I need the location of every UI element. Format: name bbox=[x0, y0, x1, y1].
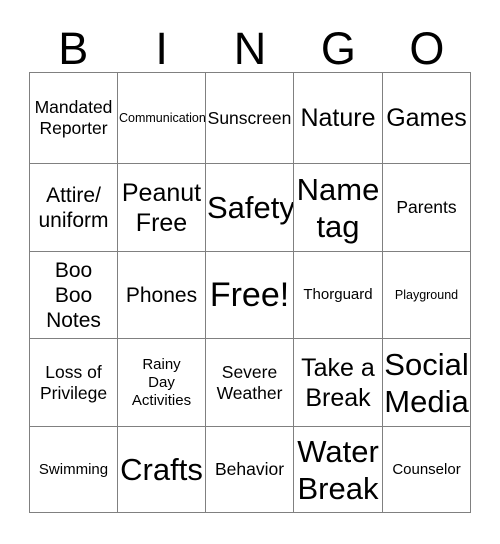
bingo-cell-label: Rainy Day Activities bbox=[131, 355, 192, 409]
bingo-cell[interactable]: Mandated Reporter bbox=[30, 73, 118, 164]
bingo-cell-label: Water Break bbox=[297, 433, 379, 506]
bingo-cell-label: Peanut Free bbox=[121, 178, 202, 237]
bingo-cell[interactable]: Parents bbox=[383, 164, 471, 252]
bingo-cell-label: Phones bbox=[125, 283, 198, 307]
bingo-cell-label: Swimming bbox=[38, 460, 109, 478]
bingo-card: B I N G O Mandated Reporter Communicatio… bbox=[0, 0, 500, 544]
bingo-header-letter-b: B bbox=[29, 18, 117, 72]
bingo-cell-label: Crafts bbox=[120, 452, 203, 487]
bingo-header-letter-g: G bbox=[294, 18, 382, 72]
bingo-cell-label: Boo Boo Notes bbox=[46, 258, 101, 332]
bingo-cell-label: Social Media bbox=[384, 346, 469, 419]
bingo-cell[interactable]: Thorguard bbox=[294, 252, 383, 339]
bingo-cell-label: Nature bbox=[300, 104, 376, 132]
bingo-header-letter-n: N bbox=[206, 18, 294, 72]
bingo-cell[interactable]: Boo Boo Notes bbox=[30, 252, 118, 339]
bingo-cell[interactable]: Attire/ uniform bbox=[30, 164, 118, 252]
header-letter-text: G bbox=[320, 23, 356, 74]
bingo-cell[interactable]: Loss of Privilege bbox=[30, 339, 118, 427]
bingo-grid: Mandated Reporter Communication Sunscree… bbox=[29, 72, 471, 513]
bingo-cell[interactable]: Communication bbox=[118, 73, 206, 164]
bingo-cell[interactable]: Rainy Day Activities bbox=[118, 339, 206, 427]
bingo-cell[interactable]: Playground bbox=[383, 252, 471, 339]
bingo-cell-label: Counselor bbox=[392, 460, 461, 478]
bingo-cell-label: Thorguard bbox=[303, 286, 373, 303]
bingo-cell-label: Severe Weather bbox=[216, 361, 283, 403]
header-letter-text: B bbox=[58, 23, 89, 74]
bingo-cell[interactable]: Water Break bbox=[294, 427, 383, 513]
bingo-cell[interactable]: Social Media bbox=[383, 339, 471, 427]
bingo-cell-label: Take a Break bbox=[301, 353, 375, 412]
bingo-cell-free[interactable]: Free! bbox=[206, 252, 294, 339]
bingo-cell-label: Playground bbox=[394, 287, 459, 302]
header-letter-text: O bbox=[409, 23, 445, 74]
bingo-cell[interactable]: Nature bbox=[294, 73, 383, 164]
bingo-cell[interactable]: Safety bbox=[206, 164, 294, 252]
bingo-cell[interactable]: Crafts bbox=[118, 427, 206, 513]
bingo-cell[interactable]: Counselor bbox=[383, 427, 471, 513]
bingo-cell[interactable]: Swimming bbox=[30, 427, 118, 513]
bingo-cell-label: Behavior bbox=[214, 459, 285, 479]
bingo-cell[interactable]: Phones bbox=[118, 252, 206, 339]
bingo-cell-label: Name tag bbox=[296, 171, 380, 244]
bingo-cell[interactable]: Peanut Free bbox=[118, 164, 206, 252]
bingo-header-letter-o: O bbox=[383, 18, 471, 72]
bingo-cell[interactable]: Games bbox=[383, 73, 471, 164]
bingo-cell-label: Communication bbox=[119, 110, 206, 125]
bingo-cell[interactable]: Severe Weather bbox=[206, 339, 294, 427]
bingo-cell-label: Loss of Privilege bbox=[39, 361, 108, 403]
header-letter-text: I bbox=[155, 23, 168, 74]
bingo-header-letter-i: I bbox=[117, 18, 205, 72]
bingo-cell-label: Safety bbox=[207, 190, 294, 225]
bingo-cell[interactable]: Sunscreen bbox=[206, 73, 294, 164]
bingo-cell-label: Free! bbox=[209, 276, 290, 314]
bingo-cell-label: Attire/ uniform bbox=[38, 183, 109, 232]
bingo-cell-label: Sunscreen bbox=[207, 107, 292, 128]
bingo-header: B I N G O bbox=[29, 18, 471, 72]
header-letter-text: N bbox=[233, 23, 267, 74]
bingo-cell-label: Parents bbox=[396, 197, 457, 217]
bingo-cell-label: Games bbox=[386, 104, 467, 132]
bingo-cell[interactable]: Behavior bbox=[206, 427, 294, 513]
bingo-cell-label: Mandated Reporter bbox=[34, 97, 113, 138]
bingo-cell[interactable]: Name tag bbox=[294, 164, 383, 252]
bingo-cell[interactable]: Take a Break bbox=[294, 339, 383, 427]
